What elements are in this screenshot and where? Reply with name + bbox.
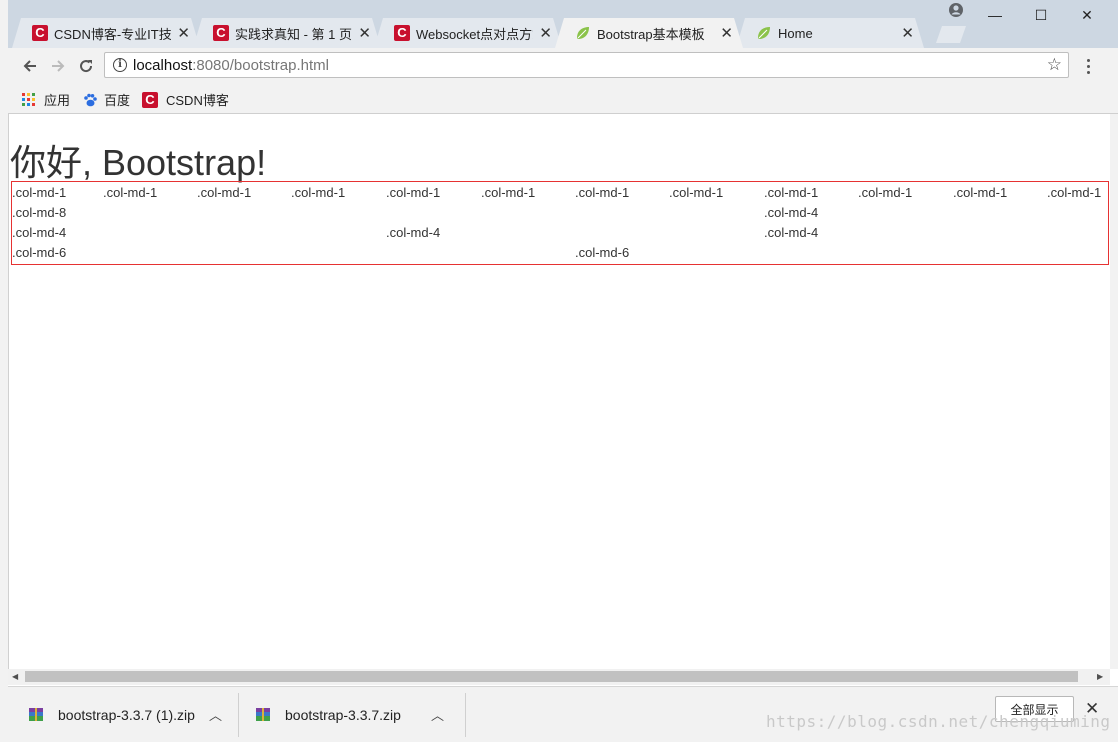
grid-row: .col-md-1 .col-md-1 .col-md-1 .col-md-1 …	[12, 182, 1108, 202]
bootstrap-container: .col-md-1 .col-md-1 .col-md-1 .col-md-1 …	[11, 181, 1109, 265]
grid-cell: .col-md-4	[764, 225, 819, 240]
grid-cell: .col-md-1	[764, 185, 819, 200]
bookmark-csdn[interactable]: C CSDN博客	[142, 90, 229, 109]
spring-leaf-icon	[756, 25, 772, 41]
tab-close-icon[interactable]: ✕	[901, 26, 914, 41]
tab-home[interactable]: Home ✕	[736, 18, 924, 48]
grid-cell: .col-md-1	[386, 185, 441, 200]
winrar-archive-icon	[28, 707, 44, 723]
download-filename: bootstrap-3.3.7.zip	[285, 706, 401, 723]
tab-title: 实践求真知 - 第 1 页 -	[235, 26, 353, 42]
winrar-archive-icon	[255, 707, 271, 723]
browser-window: C CSDN博客-专业IT技术 ✕ C 实践求真知 - 第 1 页 - ✕ C …	[0, 0, 1118, 742]
grid-cell: .col-md-1	[575, 185, 630, 200]
grid-cell: .col-md-1	[103, 185, 158, 200]
chrome-menu-icon[interactable]	[1080, 54, 1096, 78]
scroll-right-arrow-icon[interactable]: ▶	[1097, 672, 1103, 681]
divider	[238, 693, 239, 737]
grid-cell: .col-md-1	[481, 185, 536, 200]
tab-close-icon[interactable]: ✕	[358, 26, 371, 41]
scroll-left-arrow-icon[interactable]: ◀	[12, 672, 18, 681]
bookmarks-bar: 应用 百度 C CSDN博客	[8, 84, 1118, 114]
grid-cell: .col-md-8	[12, 205, 67, 220]
tab-close-icon[interactable]: ✕	[539, 26, 552, 41]
tab-strip: C CSDN博客-专业IT技术 ✕ C 实践求真知 - 第 1 页 - ✕ C …	[8, 0, 1118, 48]
url-path: :8080/bootstrap.html	[192, 56, 329, 74]
csdn-icon: C	[394, 25, 410, 41]
grid-cell: .col-md-1	[669, 185, 724, 200]
window-left-edge	[0, 0, 8, 742]
grid-cell: .col-md-1	[1047, 185, 1102, 200]
tab-csdn-blog[interactable]: C CSDN博客-专业IT技术 ✕	[12, 18, 200, 48]
tab-title: Websocket点对点方式	[416, 26, 534, 42]
tab-close-icon[interactable]: ✕	[177, 26, 190, 41]
csdn-icon: C	[142, 91, 158, 108]
address-bar[interactable]: i localhost:8080/bootstrap.html ☆	[104, 52, 1069, 78]
horizontal-scrollbar[interactable]: ◀ ▶	[8, 669, 1110, 685]
grid-cell: .col-md-4	[764, 205, 819, 220]
grid-cell: .col-md-4	[12, 225, 67, 240]
page-viewport: 你好, Bootstrap! .col-md-1 .col-md-1 .col-…	[8, 114, 1111, 669]
tab-title: Bootstrap基本模板	[597, 26, 705, 42]
bookmark-label: 百度	[104, 93, 131, 108]
tab-title: Home	[778, 25, 813, 41]
grid-cell: .col-md-6	[12, 245, 67, 260]
bookmark-apps[interactable]: 应用	[22, 90, 70, 109]
download-filename: bootstrap-3.3.7 (1).zip	[58, 706, 195, 723]
page-heading: 你好, Bootstrap!	[10, 142, 267, 183]
bookmark-star-icon[interactable]: ☆	[1047, 55, 1062, 75]
grid-cell: .col-md-1	[12, 185, 67, 200]
divider	[465, 693, 466, 737]
tab-practice[interactable]: C 实践求真知 - 第 1 页 - ✕	[193, 18, 381, 48]
bookmark-label: CSDN博客	[166, 93, 229, 108]
grid-cell: .col-md-4	[386, 225, 441, 240]
back-arrow-icon[interactable]	[18, 54, 42, 78]
maximize-button[interactable]: ☐	[1018, 0, 1064, 30]
grid-cell: .col-md-1	[858, 185, 913, 200]
close-window-button[interactable]: ✕	[1064, 0, 1110, 30]
grid-row: .col-md-6 .col-md-6	[12, 242, 1108, 262]
bookmark-baidu[interactable]: 百度	[82, 90, 130, 109]
grid-cell: .col-md-1	[953, 185, 1008, 200]
window-right-edge	[1110, 114, 1118, 669]
reload-icon[interactable]	[74, 54, 98, 78]
grid-row: .col-md-8 .col-md-4	[12, 202, 1108, 222]
forward-arrow-icon[interactable]	[46, 54, 70, 78]
profile-icon[interactable]	[948, 2, 964, 18]
new-tab-button[interactable]	[936, 26, 966, 43]
baidu-paw-icon	[82, 92, 98, 108]
download-item[interactable]: bootstrap-3.3.7 (1).zip ︿	[28, 687, 222, 742]
apps-grid-icon	[22, 93, 35, 106]
grid-cell: .col-md-6	[575, 245, 630, 260]
tab-websocket[interactable]: C Websocket点对点方式 ✕	[374, 18, 562, 48]
info-icon[interactable]: i	[113, 58, 127, 72]
toolbar: i localhost:8080/bootstrap.html ☆	[8, 48, 1118, 84]
download-item[interactable]: bootstrap-3.3.7.zip ︿	[255, 687, 444, 742]
csdn-icon: C	[32, 25, 48, 41]
watermark: https://blog.csdn.net/chengqiuming	[766, 712, 1111, 731]
grid-cell: .col-md-1	[197, 185, 252, 200]
spring-leaf-icon	[575, 25, 591, 41]
csdn-icon: C	[213, 25, 229, 41]
tab-bootstrap-active[interactable]: Bootstrap基本模板 ✕	[555, 18, 743, 48]
minimize-button[interactable]: —	[972, 0, 1018, 30]
chevron-up-icon[interactable]: ︿	[431, 705, 444, 724]
grid-cell: .col-md-1	[291, 185, 346, 200]
url-host: localhost	[133, 56, 193, 74]
chevron-up-icon[interactable]: ︿	[209, 705, 222, 724]
scrollbar-thumb[interactable]	[25, 671, 1078, 682]
tab-title: CSDN博客-专业IT技术	[54, 26, 172, 42]
grid-row: .col-md-4 .col-md-4 .col-md-4	[12, 222, 1108, 242]
tab-close-icon[interactable]: ✕	[720, 26, 733, 41]
bookmark-label: 应用	[44, 93, 71, 108]
